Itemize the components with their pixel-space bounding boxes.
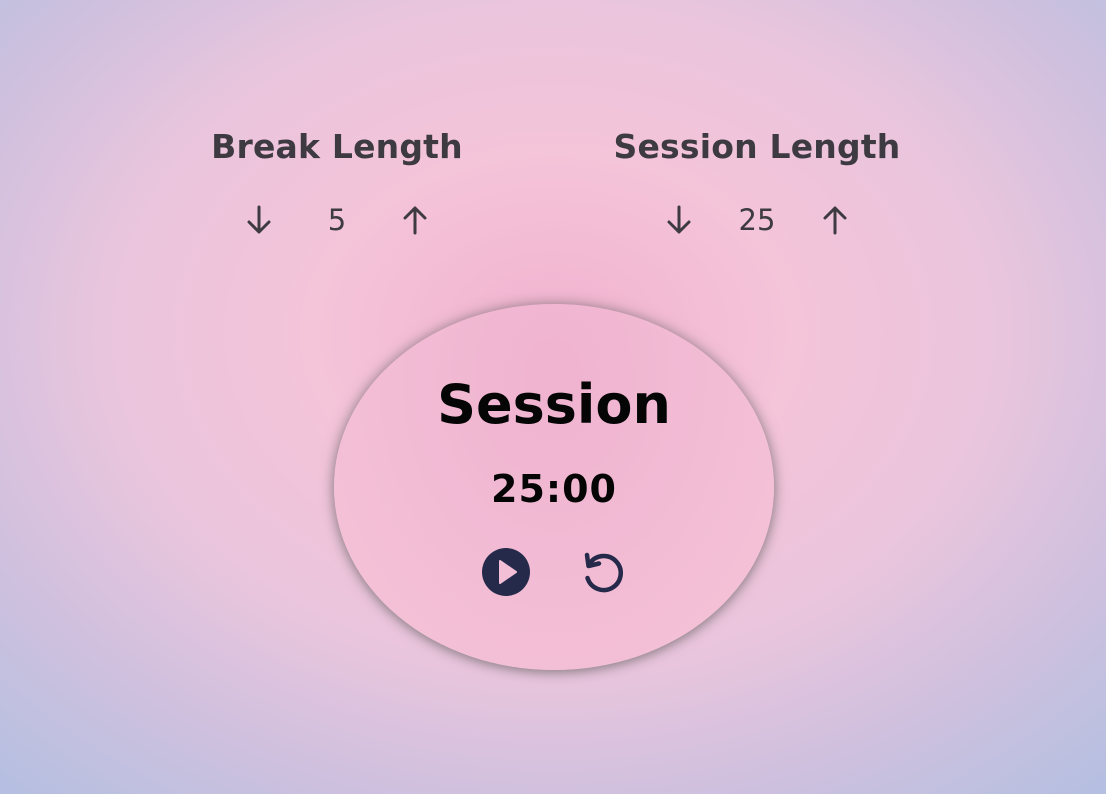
arrow-up-icon [823,206,847,235]
session-length-panel: Session Length 25 [607,124,907,242]
session-increment-button[interactable] [815,200,855,240]
session-length-value: 25 [738,203,776,237]
session-length-controls: 25 [607,198,907,242]
play-circle-icon [482,548,530,596]
start-stop-button[interactable] [481,547,531,597]
reset-icon [584,552,623,593]
timer-display: Session 25:00 [334,304,774,670]
break-decrement-button[interactable] [239,200,279,240]
break-increment-button[interactable] [395,200,435,240]
arrow-down-icon [667,205,691,234]
break-length-controls: 5 [187,198,487,242]
timer-label: Session [437,373,671,436]
break-length-value: 5 [327,203,347,237]
timer-time-left: 25:00 [491,467,617,511]
session-decrement-button[interactable] [659,200,699,240]
arrow-down-icon [247,205,271,234]
timer-controls [334,546,774,598]
reset-button[interactable] [577,547,627,597]
session-length-title: Session Length [613,127,901,166]
break-length-panel: Break Length 5 [187,124,487,242]
arrow-up-icon [403,206,427,235]
break-length-title: Break Length [211,127,463,166]
